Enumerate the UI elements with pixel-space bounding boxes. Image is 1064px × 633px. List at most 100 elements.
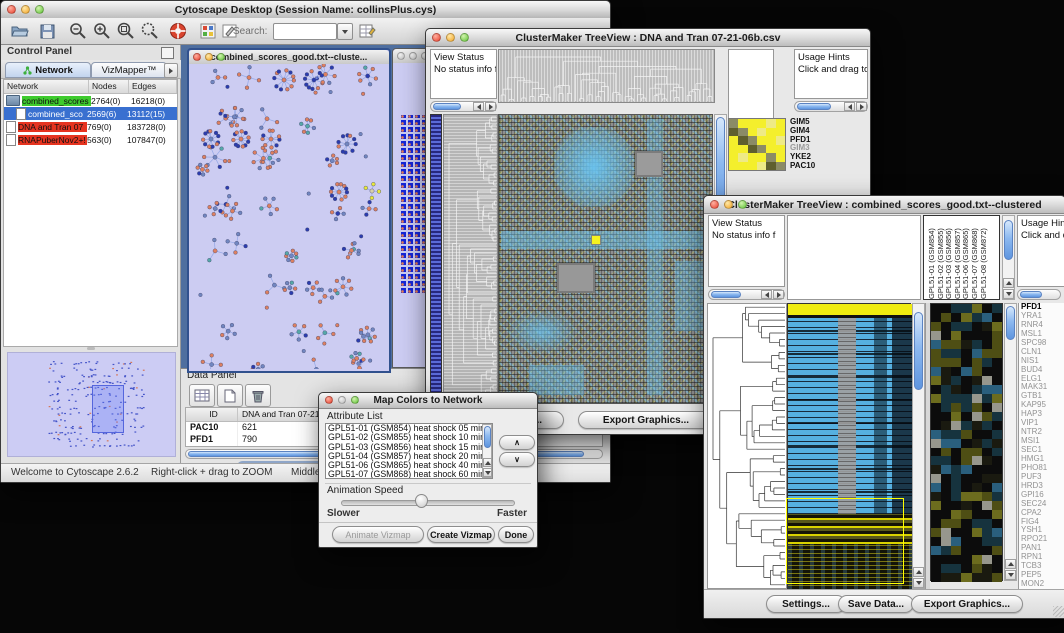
scrollbar-thumb[interactable] bbox=[1004, 220, 1013, 260]
tv2-gene-list[interactable]: PFD1YRA1RNR4MSL1SPC98CLN1NIS1BUD4ELG1MAK… bbox=[1018, 303, 1064, 589]
resize-grip[interactable] bbox=[1053, 606, 1064, 617]
vizmap-icon[interactable] bbox=[197, 21, 218, 41]
scroll-left-button[interactable] bbox=[761, 290, 772, 299]
scrollbar-thumb[interactable] bbox=[797, 103, 831, 110]
tv2-labels-vscrollbar[interactable] bbox=[1002, 215, 1015, 300]
scroll-up-button[interactable] bbox=[913, 567, 924, 577]
zoom-fit-icon[interactable] bbox=[115, 21, 136, 41]
array-column-label[interactable]: GPL51-06 (GSM865) bbox=[961, 218, 970, 299]
scroll-up-button[interactable] bbox=[483, 458, 492, 467]
zoom-button[interactable] bbox=[738, 200, 747, 209]
scrollbar-thumb[interactable] bbox=[711, 291, 741, 298]
minimize-button[interactable] bbox=[724, 200, 733, 209]
animation-speed-slider[interactable] bbox=[341, 500, 515, 506]
column-header-network[interactable]: Network bbox=[4, 80, 89, 93]
search-input[interactable] bbox=[273, 23, 337, 40]
network-view-1-titlebar[interactable]: combined_scores_good.txt--cluste... bbox=[189, 50, 389, 65]
tv2-column-dendrogram[interactable] bbox=[787, 215, 921, 300]
zoom-button[interactable] bbox=[460, 33, 469, 42]
network-tree-row[interactable]: combined_sco2569(6)13112(15) bbox=[4, 107, 177, 120]
array-column-label[interactable]: GPL51-02 (GSM855) bbox=[936, 218, 945, 299]
attribute-list[interactable]: GPL51-01 (GSM854) heat shock 05 minGPL51… bbox=[325, 423, 493, 479]
move-attribute-down-button[interactable]: ∨ bbox=[499, 452, 535, 467]
attribute-list-vscrollbar[interactable] bbox=[482, 424, 492, 478]
column-header-edges[interactable]: Edges bbox=[129, 80, 177, 93]
done-button[interactable]: Done bbox=[498, 526, 534, 543]
new-attribute-icon[interactable] bbox=[217, 384, 243, 407]
scroll-down-button[interactable] bbox=[913, 578, 924, 588]
tab-vizmapper[interactable]: VizMapper™ bbox=[91, 62, 167, 78]
scroll-down-button[interactable] bbox=[483, 468, 492, 477]
tv1-row-dendrogram[interactable] bbox=[443, 114, 498, 404]
tv2-zoom-heatmap[interactable] bbox=[930, 303, 1003, 581]
network-tree-row[interactable]: combined_scores2764(0)16218(0) bbox=[4, 94, 177, 107]
tab-network[interactable]: Network bbox=[5, 62, 91, 78]
splitter-handle[interactable] bbox=[87, 347, 95, 350]
settings-button[interactable]: Settings... bbox=[766, 595, 846, 613]
tv2-global-heatmap[interactable] bbox=[787, 303, 911, 589]
scroll-right-button[interactable] bbox=[856, 102, 867, 111]
scroll-up-button[interactable] bbox=[1005, 559, 1016, 569]
scroll-right-button[interactable] bbox=[485, 102, 496, 111]
export-graphics-button[interactable]: Export Graphics... bbox=[578, 411, 714, 429]
zoom-button[interactable] bbox=[351, 396, 359, 404]
export-graphics-button[interactable]: Export Graphics... bbox=[911, 595, 1023, 613]
close-button[interactable] bbox=[325, 396, 333, 404]
attribute-list-item[interactable]: GPL51-07 (GSM868) heat shock 60 min bbox=[328, 470, 492, 479]
close-button[interactable] bbox=[710, 200, 719, 209]
scrollbar-thumb[interactable] bbox=[484, 426, 491, 448]
float-panel-icon[interactable] bbox=[161, 47, 174, 59]
animate-vizmap-button[interactable]: Animate Vizmap bbox=[332, 526, 424, 543]
birds-eye-view[interactable] bbox=[7, 352, 176, 457]
zoom-in-icon[interactable] bbox=[91, 21, 112, 41]
network-tree-row[interactable]: RNAPuberNov2+!563(0)107847(0) bbox=[4, 133, 177, 146]
zoom-button[interactable] bbox=[217, 53, 225, 61]
matrix-row-label[interactable]: PAC10 bbox=[790, 162, 836, 171]
network-tree-row[interactable]: DNA and Tran 07769(0)183728(0) bbox=[4, 120, 177, 133]
tab-overflow-button[interactable] bbox=[164, 63, 178, 78]
array-column-label[interactable]: GPL51-01 (GSM854) bbox=[927, 218, 936, 299]
help-lifesaver-icon[interactable] bbox=[167, 21, 188, 41]
scroll-up-button[interactable] bbox=[1003, 278, 1014, 288]
birds-eye-viewport-rect[interactable] bbox=[92, 385, 124, 433]
minimize-button[interactable] bbox=[446, 33, 455, 42]
tv2-global-vscrollbar[interactable] bbox=[912, 303, 925, 589]
tv1-global-selection-strip[interactable] bbox=[430, 114, 442, 404]
close-button[interactable] bbox=[432, 33, 441, 42]
network-tree-panel[interactable]: Network Nodes Edges combined_scores2764(… bbox=[3, 79, 178, 347]
attribute-select-icon[interactable] bbox=[189, 384, 215, 407]
array-column-label[interactable]: GPL51-03 (GSM856) bbox=[944, 218, 953, 299]
scroll-left-button[interactable] bbox=[473, 102, 484, 111]
scrollbar-thumb[interactable] bbox=[433, 103, 461, 110]
close-button[interactable] bbox=[193, 53, 201, 61]
column-header-nodes[interactable]: Nodes bbox=[89, 80, 129, 93]
delete-attribute-trash-icon[interactable] bbox=[245, 384, 271, 407]
open-file-button[interactable] bbox=[9, 21, 30, 41]
column-header-id[interactable]: ID bbox=[186, 408, 238, 421]
tv1-zoom-matrix[interactable] bbox=[728, 118, 786, 171]
scrollbar-thumb[interactable] bbox=[1020, 291, 1042, 298]
scrollbar-thumb[interactable] bbox=[914, 312, 923, 390]
save-button[interactable] bbox=[37, 21, 58, 41]
minimize-button[interactable] bbox=[21, 5, 30, 14]
minimize-button[interactable] bbox=[205, 53, 213, 61]
array-column-label[interactable]: GPL51-07 (GSM868) bbox=[970, 218, 979, 299]
scroll-right-button[interactable] bbox=[773, 290, 784, 299]
search-dropdown-button[interactable] bbox=[337, 23, 353, 40]
attribute-table-icon[interactable] bbox=[357, 21, 378, 41]
scroll-down-button[interactable] bbox=[1005, 570, 1016, 580]
zoom-button[interactable] bbox=[35, 5, 44, 14]
close-button[interactable] bbox=[397, 52, 405, 60]
scroll-left-button[interactable] bbox=[844, 102, 855, 111]
tv1-column-dendrogram[interactable] bbox=[498, 49, 715, 103]
create-vizmap-button[interactable]: Create Vizmap bbox=[427, 526, 495, 543]
tv1-hints-hscrollbar[interactable] bbox=[794, 101, 868, 112]
tv2-zoom-vscrollbar[interactable] bbox=[1004, 303, 1017, 581]
main-titlebar[interactable]: Cytoscape Desktop (Session Name: collins… bbox=[1, 1, 610, 19]
close-button[interactable] bbox=[7, 5, 16, 14]
scroll-down-button[interactable] bbox=[1003, 289, 1014, 299]
tv2-row-dendrogram[interactable] bbox=[707, 303, 787, 589]
array-column-label[interactable]: GPL51-08 (GSM872) bbox=[979, 218, 988, 299]
minimize-button[interactable] bbox=[338, 396, 346, 404]
tv1-titlebar[interactable]: ClusterMaker TreeView : DNA and Tran 07-… bbox=[426, 29, 870, 47]
